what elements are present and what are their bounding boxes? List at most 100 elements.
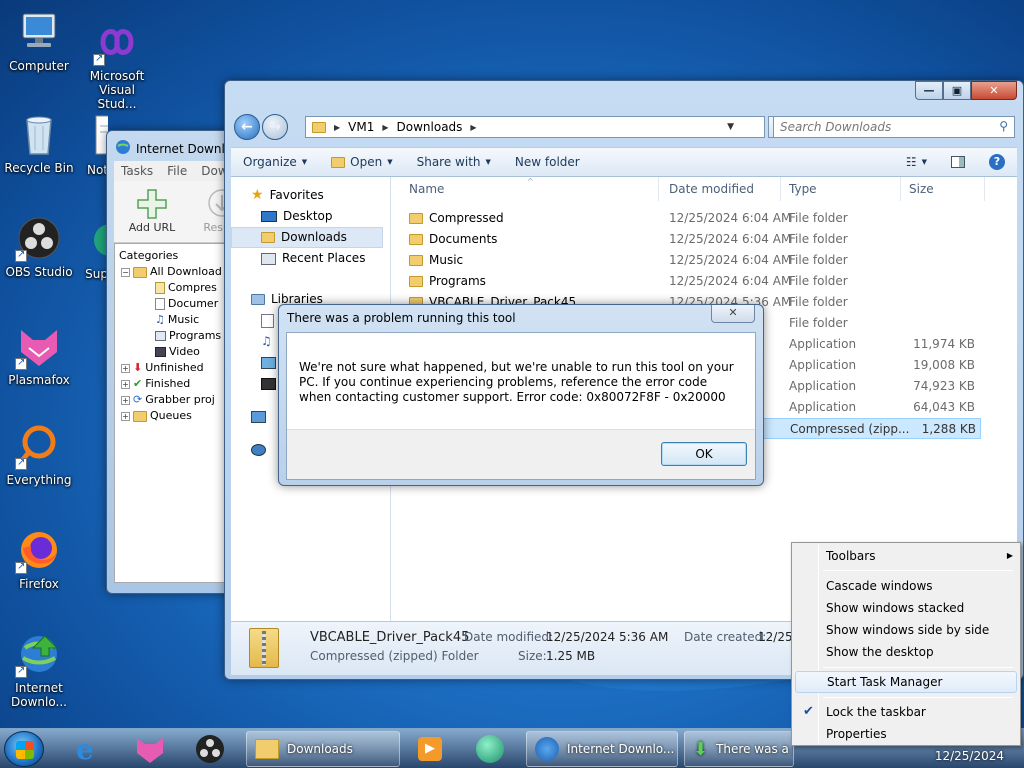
taskbar-pin-obs-studio[interactable] xyxy=(186,733,234,765)
breadcrumb-separator-icon: ▶ xyxy=(334,122,341,132)
nav-recent-places[interactable]: Recent Places xyxy=(231,248,390,269)
network-icon xyxy=(251,443,266,456)
expand-icon[interactable]: + xyxy=(121,411,130,421)
dropdown-arrow-icon: ▼ xyxy=(301,158,308,166)
taskbar-pin-internet-explorer[interactable]: e xyxy=(66,733,114,766)
preview-pane-icon xyxy=(951,156,965,168)
column-header-date-modified[interactable]: Date modified xyxy=(661,177,781,201)
column-header-size[interactable]: Size xyxy=(901,177,985,201)
breadcrumb-downloads[interactable]: Downloads xyxy=(397,120,463,134)
desktop-icon xyxy=(261,211,277,222)
desktop-icon-obs-studio[interactable]: OBS Studio xyxy=(0,214,78,279)
taskbar-task-downloads[interactable]: Downloads xyxy=(246,731,400,767)
document-icon xyxy=(155,298,165,310)
organize-button[interactable]: Organize ▼ xyxy=(231,155,319,169)
close-button[interactable]: ✕ xyxy=(971,81,1017,100)
desktop-icon-everything[interactable]: Everything xyxy=(0,422,78,487)
address-bar[interactable]: ▶ VM1 ▶ Downloads ▶ ▼ ⇆ xyxy=(305,116,790,138)
zip-file-icon xyxy=(155,282,165,294)
table-row[interactable]: Music 12/25/2024 6:04 AM File folder xyxy=(391,250,991,271)
expand-icon[interactable]: + xyxy=(121,363,130,373)
nav-favorites[interactable]: ★ Favorites xyxy=(231,185,390,206)
menu-item-show-the-desktop[interactable]: Show the desktop xyxy=(795,641,1017,663)
add-url-button[interactable]: Add URL xyxy=(122,187,182,234)
search-icon[interactable]: ⚲ xyxy=(999,119,1008,133)
folder-location-icon xyxy=(312,121,326,133)
details-date-modified-label: Date modified: xyxy=(464,630,554,644)
menu-item-show-windows-side-by-side[interactable]: Show windows side by side xyxy=(795,619,1017,641)
menu-item-toolbars[interactable]: Toolbars ▶ xyxy=(795,545,1017,567)
idm-menu-tasks[interactable]: Tasks xyxy=(121,164,153,178)
open-button[interactable]: Open ▼ xyxy=(319,155,404,169)
zip-folder-icon xyxy=(249,628,279,668)
dialog-close-button[interactable]: ✕ xyxy=(711,305,755,323)
dialog-footer: OK xyxy=(287,429,755,479)
desktop-icon-notepad[interactable]: Not xyxy=(78,112,108,177)
idm-menu-file[interactable]: File xyxy=(167,164,187,178)
error-dialog[interactable]: There was a problem running this tool ✕ … xyxy=(278,304,764,486)
ok-button[interactable]: OK xyxy=(661,442,747,466)
taskbar-task-error-dialog[interactable]: ⬇ There was a probl... xyxy=(684,731,794,767)
expand-icon[interactable]: + xyxy=(121,395,130,405)
taskbar-context-menu: Toolbars ▶ Cascade windows Show windows s… xyxy=(791,542,1021,746)
help-button[interactable]: ? xyxy=(977,154,1017,170)
recent-places-icon xyxy=(261,252,276,265)
nav-desktop[interactable]: Desktop xyxy=(231,206,390,227)
expand-icon[interactable]: + xyxy=(121,379,130,389)
share-with-button[interactable]: Share with ▼ xyxy=(405,155,503,169)
folder-icon xyxy=(409,234,423,245)
dialog-title: There was a problem running this tool xyxy=(287,311,516,325)
library-videos-icon xyxy=(261,377,276,390)
desktop-icon-support[interactable]: Sup xyxy=(78,216,108,281)
taskbar-clock-date[interactable]: 12/25/2024 xyxy=(935,749,1004,763)
plus-icon xyxy=(122,187,182,221)
search-input[interactable]: Search Downloads ⚲ xyxy=(773,116,1015,138)
plasmafox-icon xyxy=(137,738,163,763)
minimize-button[interactable]: — xyxy=(915,81,943,100)
firefox-icon xyxy=(15,526,63,574)
checkmark-icon: ✔ xyxy=(803,704,814,719)
desktop-icon-firefox[interactable]: Firefox xyxy=(0,526,78,591)
forward-button[interactable]: → xyxy=(262,114,288,140)
help-icon: ? xyxy=(989,154,1005,170)
maximize-button[interactable]: ▣ xyxy=(943,81,971,100)
table-row-selected[interactable]: Compressed (zipp... 1,288 KB xyxy=(751,418,981,439)
program-window-icon xyxy=(155,331,166,341)
start-button[interactable] xyxy=(4,731,44,767)
menu-item-properties[interactable]: Properties xyxy=(795,723,1017,745)
taskbar-pin-plasmafox[interactable] xyxy=(126,733,174,765)
preview-pane-button[interactable] xyxy=(939,156,977,168)
menu-item-show-windows-stacked[interactable]: Show windows stacked xyxy=(795,597,1017,619)
address-dropdown-icon[interactable]: ▼ xyxy=(727,122,734,132)
menu-item-start-task-manager[interactable]: Start Task Manager xyxy=(795,671,1017,693)
desktop-icon-internet-download-manager[interactable]: Internet Downlo... xyxy=(0,630,78,709)
collapse-icon[interactable]: − xyxy=(121,267,130,277)
new-folder-button[interactable]: New folder xyxy=(503,155,592,169)
nav-downloads[interactable]: Downloads xyxy=(231,227,383,248)
desktop-icon-computer[interactable]: Computer xyxy=(0,8,78,73)
computer-icon xyxy=(15,8,63,56)
desktop-icon-visual-studio[interactable]: Microsoft Visual Stud... xyxy=(78,18,156,111)
menu-item-lock-the-taskbar[interactable]: ✔ Lock the taskbar xyxy=(795,701,1017,723)
library-music-icon: ♫ xyxy=(261,334,272,348)
change-view-button[interactable]: ☷ ▼ xyxy=(894,155,939,169)
minimize-icon: — xyxy=(923,84,935,97)
dropdown-arrow-icon: ▼ xyxy=(485,158,491,166)
breadcrumb-vm1[interactable]: VM1 xyxy=(348,120,374,134)
table-row[interactable]: Programs 12/25/2024 6:04 AM File folder xyxy=(391,271,991,292)
table-row[interactable]: Compressed 12/25/2024 6:04 AM File folder xyxy=(391,208,991,229)
taskbar-task-idm[interactable]: Internet Downlo... xyxy=(526,731,678,767)
menu-item-cascade-windows[interactable]: Cascade windows xyxy=(795,575,1017,597)
table-row[interactable]: Documents 12/25/2024 6:04 AM File folder xyxy=(391,229,991,250)
desktop-icon-recycle-bin[interactable]: Recycle Bin xyxy=(0,110,78,175)
folder-icon xyxy=(133,410,147,422)
back-button[interactable]: ← xyxy=(234,114,260,140)
desktop-icon-plasmafox[interactable]: Plasmafox xyxy=(0,322,78,387)
idm-globe-icon xyxy=(15,630,63,678)
details-size-label: Size: xyxy=(518,649,547,663)
taskbar-pin-media-player[interactable]: ▶ xyxy=(406,733,454,765)
taskbar-pin-app[interactable] xyxy=(466,733,514,765)
details-date-modified: 12/25/2024 5:36 AM xyxy=(546,630,669,644)
column-header-type[interactable]: Type xyxy=(781,177,901,201)
dropdown-arrow-icon: ▼ xyxy=(921,158,927,166)
